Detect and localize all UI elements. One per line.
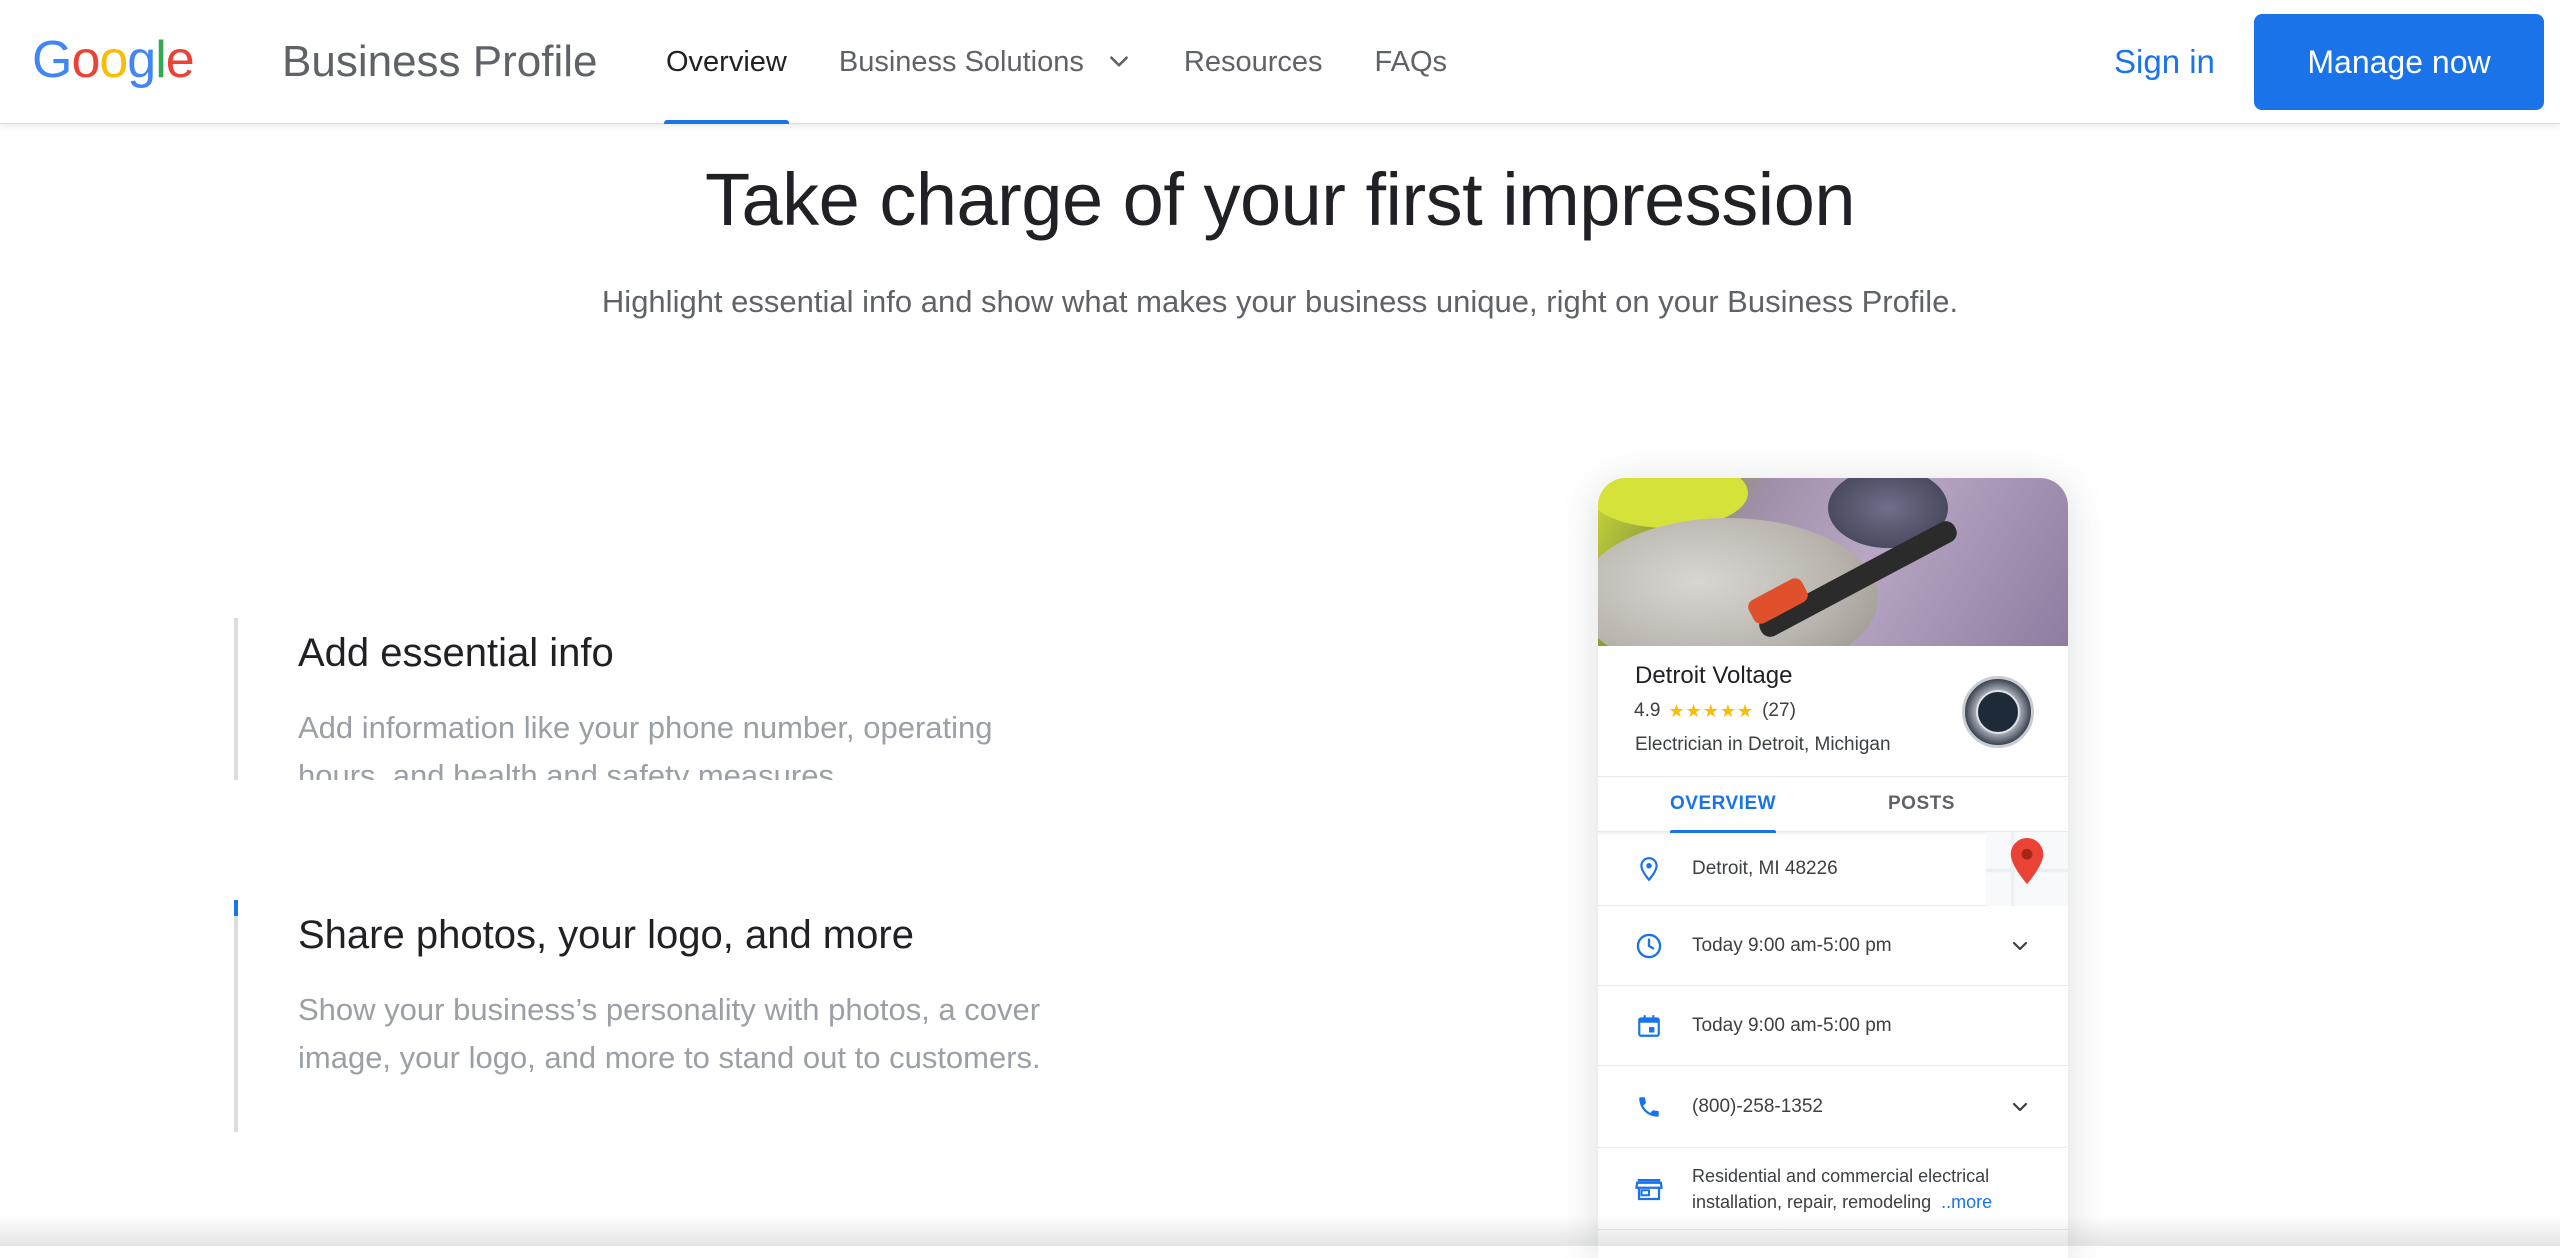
- nav-item-label: FAQs: [1374, 45, 1448, 78]
- product-name[interactable]: Business Profile: [282, 34, 597, 90]
- description-line-text: installation, repair, remodeling: [1692, 1191, 1932, 1212]
- hero-subtitle: Highlight essential info and show what m…: [601, 284, 1959, 319]
- logo-letter: G: [32, 31, 72, 89]
- nav-item-faqs[interactable]: FAQs: [1349, 0, 1474, 124]
- map-pin-icon: [2010, 838, 2044, 884]
- feature-body: Show your business’s personality with ph…: [298, 992, 1041, 1075]
- store-icon: [1634, 1174, 1664, 1204]
- cover-photo: [1598, 478, 2068, 646]
- description-line: Residential and commercial electrical: [1692, 1165, 1990, 1186]
- feature-title: Add essential info: [298, 631, 614, 675]
- manage-now-button[interactable]: Manage now: [2254, 14, 2544, 110]
- clock-icon: [1634, 931, 1664, 961]
- address-text: Detroit, MI 48226: [1692, 857, 1838, 879]
- calendar-hours-text: Today 9:00 am-5:00 pm: [1692, 1014, 1892, 1036]
- review-count: (27): [1762, 700, 1796, 721]
- calendar-icon: [1634, 1011, 1664, 1041]
- description-line: installation, repair, remodeling ..more: [1692, 1189, 1992, 1215]
- map-thumbnail[interactable]: [1986, 832, 2068, 906]
- chevron-down-icon[interactable]: [2008, 934, 2032, 958]
- nav-item-business-solutions[interactable]: Business Solutions: [813, 0, 1158, 124]
- business-logo-emblem: [1976, 690, 2020, 734]
- nav-item-label: Overview: [666, 45, 787, 78]
- more-link[interactable]: ..more: [1941, 1192, 1992, 1212]
- bottom-shadow: [0, 1216, 2560, 1246]
- business-category: Electrician in Detroit, Michigan: [1635, 734, 1891, 755]
- business-profile-card: Detroit Voltage 4.9 ★★★★★ (27) Electrici…: [1598, 478, 2068, 1258]
- tab-overview[interactable]: OVERVIEW: [1670, 777, 1777, 833]
- active-indicator: [234, 900, 238, 916]
- feature-body: Add information like your phone number, …: [298, 710, 993, 780]
- chevron-down-icon[interactable]: [2008, 1095, 2032, 1119]
- phone-text: (800)-258-1352: [1692, 1095, 1823, 1117]
- chevron-down-icon: [1110, 56, 1128, 67]
- logo-letter: e: [165, 31, 195, 89]
- calendar-row[interactable]: Today 9:00 am-5:00 pm: [1598, 986, 2068, 1066]
- top-header: Google Business Profile Overview Busines…: [0, 0, 2560, 124]
- hours-row[interactable]: Today 9:00 am-5:00 pm: [1598, 906, 2068, 986]
- phone-row[interactable]: (800)-258-1352: [1598, 1066, 2068, 1148]
- logo-letter: o: [71, 31, 100, 89]
- location-icon: [1634, 854, 1664, 884]
- google-logo[interactable]: Google: [32, 30, 195, 90]
- nav-item-overview[interactable]: Overview: [640, 0, 813, 124]
- logo-letter: l: [155, 31, 167, 89]
- tab-posts[interactable]: POSTS: [1888, 777, 1955, 833]
- logo-letter: g: [127, 31, 156, 89]
- rating-row: 4.9 ★★★★★ (27): [1634, 700, 1796, 722]
- business-logo: [1962, 676, 2034, 748]
- hours-text: Today 9:00 am-5:00 pm: [1692, 934, 1892, 956]
- star-rating-icon: ★★★★★: [1668, 700, 1755, 721]
- business-name: Detroit Voltage: [1635, 662, 1793, 689]
- logo-letter: o: [99, 31, 128, 89]
- main-nav: Overview Business Solutions Resources FA…: [640, 0, 1473, 124]
- feature-title: Share photos, your logo, and more: [298, 913, 914, 957]
- nav-item-resources[interactable]: Resources: [1158, 0, 1349, 124]
- nav-item-label: Business Solutions: [838, 45, 1084, 78]
- feature-share-photos[interactable]: Share photos, your logo, and more Show y…: [234, 900, 1058, 1132]
- address-row[interactable]: Detroit, MI 48226: [1598, 832, 2068, 906]
- description-text: Residential and commercial electrical in…: [1692, 1163, 1992, 1215]
- phone-icon: [1634, 1092, 1664, 1122]
- profile-tabs: OVERVIEW POSTS: [1598, 776, 2068, 833]
- hero-title: Take charge of your first impression: [704, 158, 1856, 241]
- nav-item-label: Resources: [1183, 45, 1323, 78]
- feature-add-essential-info[interactable]: Add essential info Add information like …: [234, 618, 1058, 780]
- sign-in-link[interactable]: Sign in: [2090, 30, 2239, 94]
- rating-value: 4.9: [1634, 700, 1661, 721]
